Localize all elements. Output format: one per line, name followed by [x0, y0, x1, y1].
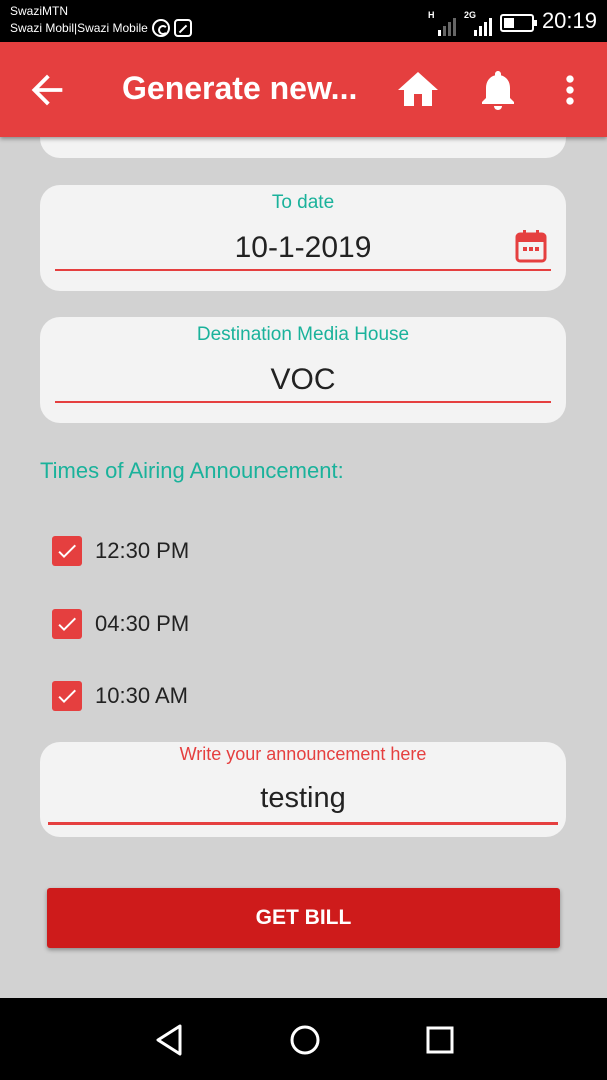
carrier-name-1: SwaziMTN — [10, 4, 69, 18]
check-icon — [58, 689, 76, 703]
checkbox-checked[interactable] — [52, 681, 82, 711]
battery-icon — [499, 14, 537, 32]
notifications-button[interactable] — [474, 66, 522, 114]
announcement-card[interactable]: Write your announcement here testing — [40, 742, 566, 837]
carrier-info: SwaziMTN Swazi Mobil|Swazi Mobile — [10, 3, 192, 37]
status-bar: SwaziMTN Swazi Mobil|Swazi Mobile H 2G 2… — [0, 0, 607, 42]
signal-strength-2g-icon: 2G — [464, 10, 492, 36]
airing-time-checkbox-2[interactable]: 04:30 PM — [52, 609, 189, 639]
home-button[interactable] — [394, 66, 442, 114]
back-button[interactable] — [24, 67, 70, 113]
check-icon — [58, 544, 76, 558]
announcement-input[interactable]: testing — [40, 782, 566, 815]
checkbox-checked[interactable] — [52, 536, 82, 566]
back-triangle-icon — [156, 1024, 182, 1056]
media-house-label: Destination Media House — [196, 324, 410, 345]
carrier-name-2: Swazi Mobil|Swazi Mobile — [10, 21, 148, 35]
more-vert-icon — [566, 75, 574, 105]
airing-time-label: 04:30 PM — [95, 611, 190, 636]
to-date-underline — [55, 269, 551, 271]
to-date-field[interactable]: 10-1-2019 — [40, 231, 566, 265]
airing-time-checkbox-3[interactable]: 10:30 AM — [52, 681, 188, 711]
app-bar: Generate new... — [0, 42, 607, 137]
airing-time-checkbox-1[interactable]: 12:30 PM — [52, 536, 189, 566]
media-house-underline — [55, 401, 551, 403]
calendar-icon — [515, 230, 547, 263]
media-house-field[interactable]: VOC — [40, 363, 566, 397]
airing-times-heading: Times of Airing Announcement: — [40, 458, 344, 483]
page-title: Generate new... — [122, 70, 358, 106]
to-date-card[interactable]: To date 10-1-2019 — [40, 185, 566, 291]
airing-time-label: 10:30 AM — [95, 683, 188, 708]
media-house-card[interactable]: Destination Media House VOC — [40, 317, 566, 423]
airing-time-label: 12:30 PM — [95, 538, 190, 563]
check-icon — [58, 617, 76, 631]
network-type-h: H — [427, 10, 435, 20]
announcement-hint: Write your announcement here — [179, 744, 427, 764]
whatsapp-icon — [151, 19, 170, 37]
announcement-underline — [48, 822, 558, 825]
home-circle-icon — [290, 1025, 320, 1055]
status-indicators: H 2G 20:19 — [428, 6, 597, 36]
home-icon — [398, 72, 438, 106]
arrow-back-icon — [31, 74, 63, 106]
calendar-button[interactable] — [515, 229, 547, 263]
recents-square-icon — [426, 1026, 454, 1054]
to-date-label: To date — [271, 192, 335, 213]
nav-back-button[interactable] — [150, 1020, 190, 1060]
system-nav-bar — [0, 998, 607, 1080]
status-clock: 20:19 — [541, 8, 597, 33]
signal-strength-icon: H — [428, 10, 456, 36]
bell-icon — [482, 71, 514, 110]
nav-recents-button[interactable] — [420, 1020, 460, 1060]
get-bill-button[interactable]: GET BILL — [47, 888, 560, 948]
image-notification-icon — [173, 19, 192, 37]
checkbox-checked[interactable] — [52, 609, 82, 639]
more-options-button[interactable] — [548, 66, 592, 114]
nav-home-button[interactable] — [285, 1020, 325, 1060]
